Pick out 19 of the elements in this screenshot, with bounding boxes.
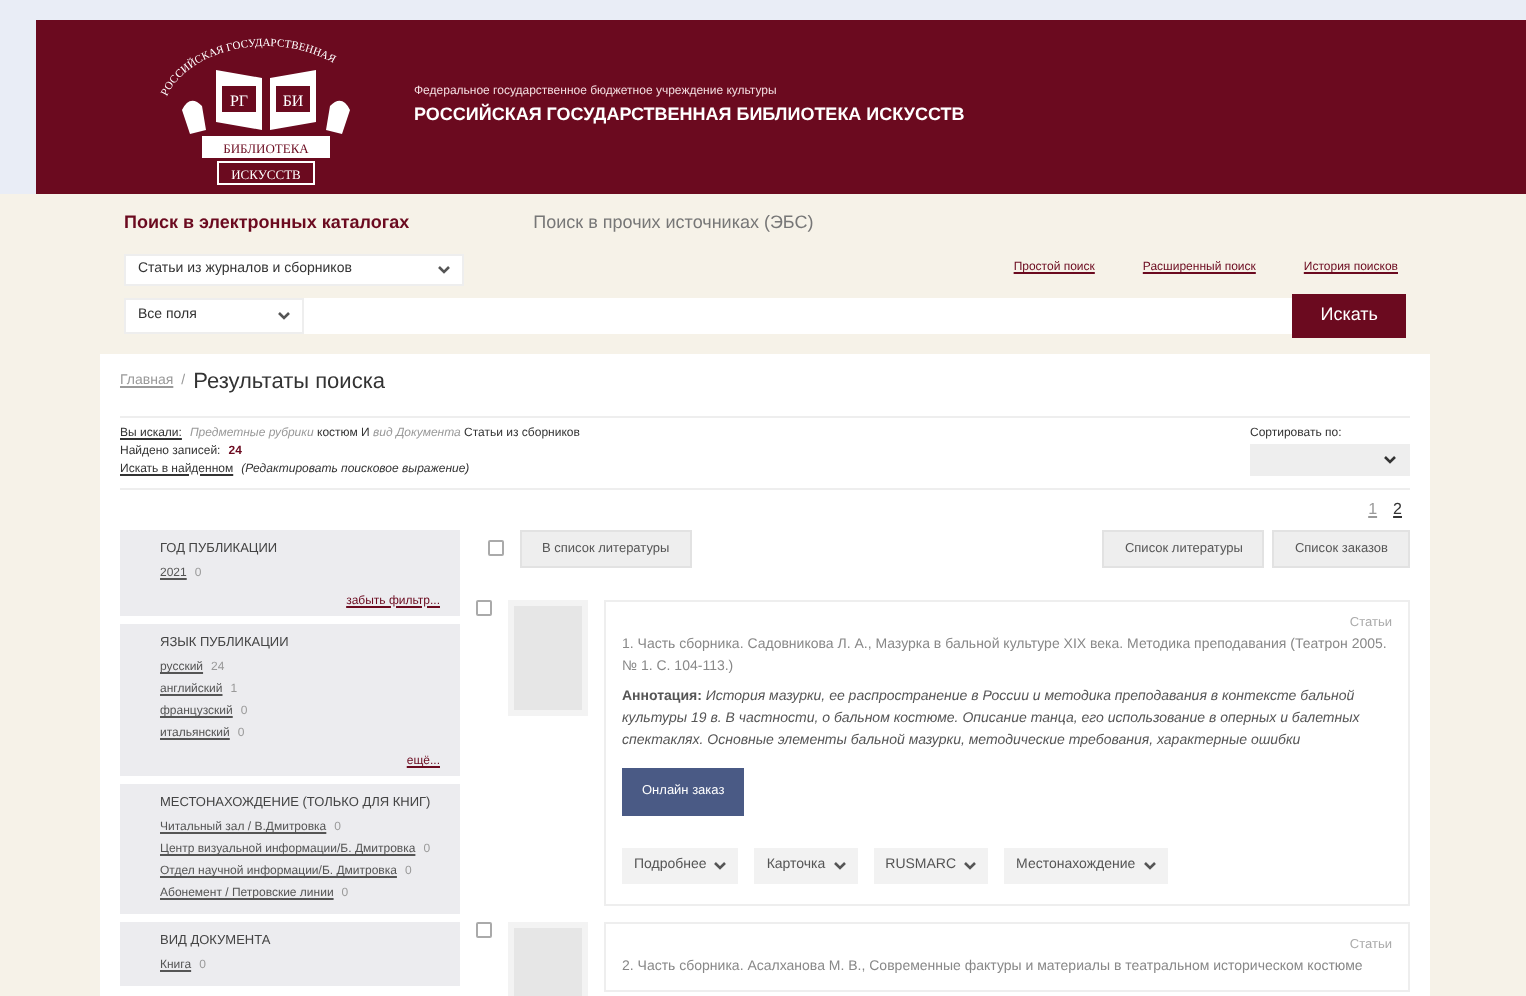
chevron-down-icon	[438, 265, 450, 274]
chevron-down-icon	[714, 862, 727, 870]
select-all-checkbox[interactable]	[488, 540, 504, 557]
cover-thumbnail	[508, 600, 588, 717]
page-link[interactable]: 2	[1393, 497, 1402, 521]
page-heading: Результаты поиска	[193, 368, 385, 398]
search-input[interactable]	[304, 298, 1293, 334]
chevron-down-icon	[1143, 862, 1156, 870]
chevron-down-icon	[833, 862, 846, 870]
record-checkbox[interactable]	[476, 600, 492, 617]
chevron-down-icon	[278, 312, 290, 320]
search-button[interactable]: Искать	[1292, 294, 1406, 338]
sort-select[interactable]	[1250, 443, 1410, 475]
header-title: РОССИЙСКАЯ ГОСУДАРСТВЕННАЯ БИБЛИОТЕКА ИСКУССТВ	[414, 102, 965, 129]
search-tab[interactable]: Поиск в электронных каталогах	[124, 210, 410, 237]
chevron-down-icon	[964, 862, 977, 870]
record-checkbox[interactable]	[476, 922, 492, 939]
chevron-down-icon	[1384, 455, 1396, 463]
search-tab[interactable]: Поиск в прочих источниках (ЭБС)	[533, 210, 814, 237]
